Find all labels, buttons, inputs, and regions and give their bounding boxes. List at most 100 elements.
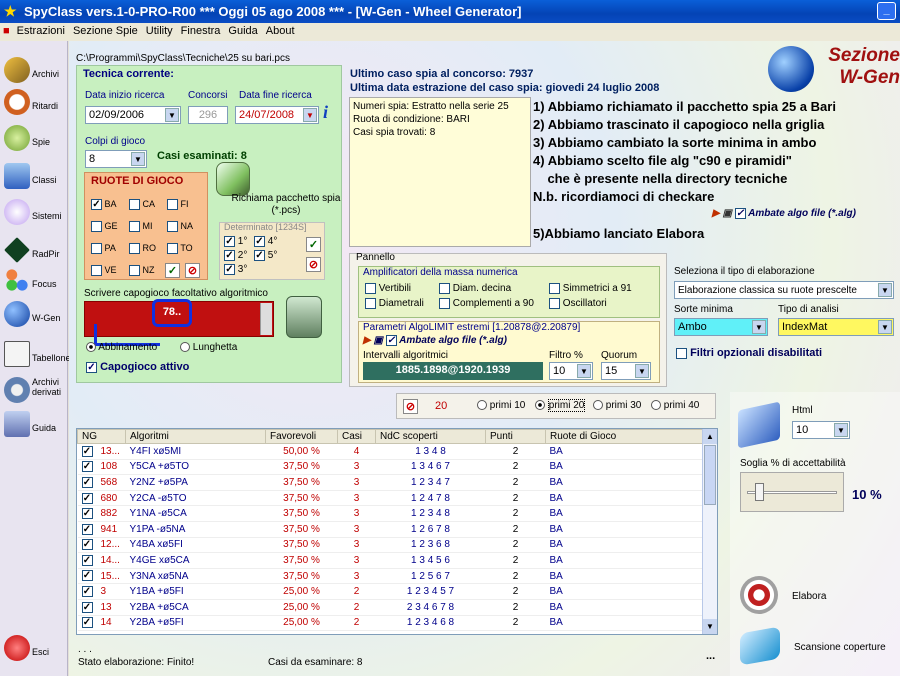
ruota-ca[interactable]: CA [129, 193, 167, 215]
chevron-down-icon[interactable]: ▼ [131, 152, 145, 166]
row-checkbox[interactable]: ✓ [81, 476, 93, 488]
quorum-select[interactable]: 15 ▼ [601, 362, 651, 380]
capogioco-attivo[interactable]: ✓ Capogioco attivo [86, 361, 189, 373]
checkbox[interactable] [365, 298, 376, 309]
checkbox[interactable] [91, 265, 102, 277]
sidebar-item-esci[interactable]: Esci [2, 633, 66, 669]
radio-icon[interactable] [593, 400, 603, 411]
ruota-ge[interactable]: GE [91, 215, 129, 237]
det-check-all-button[interactable]: ✓ [306, 237, 321, 252]
capogioco-scrollbar[interactable] [260, 303, 272, 335]
radio-icon[interactable] [477, 400, 487, 411]
checkbox[interactable] [129, 199, 140, 211]
ruota-nz[interactable]: NZ [129, 259, 167, 281]
chk-oscillatori[interactable]: Oscillatori [549, 298, 607, 309]
menu-icon[interactable]: ■ [0, 23, 13, 39]
radio-icon[interactable] [86, 342, 96, 353]
sidebar-item-ritardi[interactable]: Ritardi [2, 87, 66, 123]
target-icon[interactable] [740, 576, 778, 614]
row-checkbox[interactable]: ✓ [81, 539, 93, 551]
chk-diametrali[interactable]: Diametrali [365, 298, 424, 309]
checkbox[interactable]: ✓ [224, 235, 235, 247]
sorte-select[interactable]: Ambo ▼ [674, 318, 768, 336]
radio-icon[interactable] [535, 400, 545, 411]
chevron-down-icon[interactable]: ▼ [752, 320, 766, 334]
menu-estrazioni[interactable]: Estrazioni [13, 23, 69, 39]
col-casi[interactable]: Casi [337, 429, 376, 444]
table-row[interactable]: ✓ 14... Y4GE xø5CA 37,50 % 3 1 3 4 5 6 2 BA [77, 552, 703, 569]
table-row[interactable]: ✓ 12... Y4BA xø5FI 37,50 % 3 1 2 3 6 8 2 BA [77, 537, 703, 554]
chevron-down-icon[interactable]: ▼ [635, 364, 649, 378]
checkbox[interactable] [167, 243, 178, 255]
chk-diam-decina[interactable]: Diam. decina [439, 283, 511, 294]
radio-primi-10[interactable]: primi 10 [477, 400, 525, 411]
scansione-button[interactable]: Scansione coperture [794, 642, 886, 653]
row-checkbox[interactable]: ✓ [81, 601, 93, 613]
checkbox[interactable] [676, 347, 687, 359]
analisi-select[interactable]: IndexMat ▼ [778, 318, 894, 336]
checkbox[interactable] [365, 283, 376, 294]
sidebar-item-sistemi[interactable]: Sistemi [2, 197, 66, 233]
radio-icon[interactable] [180, 342, 190, 353]
ambate-algo-panel[interactable]: ▶ ▣ ✓ Ambate algo file (*.alg) [363, 335, 507, 346]
soglia-slider[interactable] [740, 472, 844, 512]
scroll-down-icon[interactable]: ▼ [703, 619, 717, 634]
checkbox[interactable] [91, 221, 102, 233]
richiama-button[interactable]: Richiama pacchetto spia (*.pcs) [230, 193, 342, 217]
table-row[interactable]: ✓ 3 Y1BA +ø5FI 25,00 % 2 1 2 3 4 5 7 2 BA [77, 583, 703, 600]
radio-icon[interactable] [651, 400, 661, 411]
radio-primi-40[interactable]: primi 40 [651, 400, 699, 411]
checkbox[interactable] [129, 243, 140, 255]
col-ng[interactable]: NG [77, 429, 126, 444]
radio-abbinamento[interactable]: Abbinamento [86, 342, 157, 353]
intervalli-field[interactable]: 1885.1898@1920.1939 [363, 362, 543, 380]
ruota-fi[interactable]: FI [167, 193, 201, 215]
row-checkbox[interactable]: ✓ [81, 508, 93, 520]
menu-finestra[interactable]: Finestra [177, 23, 225, 39]
row-checkbox[interactable]: ✓ [81, 492, 93, 504]
checkbox[interactable]: ✓ [224, 263, 235, 275]
play-icon[interactable]: ▶ [363, 335, 371, 346]
sidebar-item-w-gen[interactable]: W-Gen [2, 299, 66, 335]
det-5[interactable]: ✓ 5° [254, 249, 284, 263]
table-row[interactable]: ✓ 15... Y3NA xø5NA 37,50 % 3 1 2 5 6 7 2 BA [77, 568, 703, 585]
folder-icon[interactable]: ▣ [722, 208, 731, 219]
checkbox[interactable] [549, 283, 560, 294]
checkbox[interactable]: ✓ [86, 361, 97, 373]
checkbox[interactable]: ✓ [91, 199, 102, 211]
info-icon[interactable]: i [323, 102, 337, 124]
folder-icon[interactable]: ▣ [373, 335, 382, 346]
row-checkbox[interactable]: ✓ [81, 617, 93, 629]
row-checkbox[interactable]: ✓ [81, 554, 93, 566]
grid-scrollbar[interactable]: ▲ ▼ [702, 429, 717, 634]
menu-utility[interactable]: Utility [142, 23, 177, 39]
chk-simmetrici[interactable]: Simmetrici a 91 [549, 283, 632, 294]
chk-complementi[interactable]: Complementi a 90 [439, 298, 534, 309]
checkbox[interactable]: ✓ [224, 249, 235, 261]
ambate-algo-top[interactable]: ▶ ▣ ✓ Ambate algo file (*.alg) [712, 208, 856, 219]
html-book-icon[interactable] [738, 401, 780, 449]
data-inizio-field[interactable]: 02/09/2006 ▼ [85, 106, 181, 124]
col-algoritmi[interactable]: Algoritmi [125, 429, 266, 444]
ruota-ve[interactable]: VE [91, 259, 129, 281]
elabora-button[interactable]: Elabora [792, 591, 826, 602]
check-all-button[interactable]: ✓ [165, 263, 180, 278]
colpi-field[interactable]: 8 ▼ [85, 150, 147, 168]
checkbox[interactable]: ✓ [254, 235, 265, 247]
scroll-up-icon[interactable]: ▲ [703, 429, 717, 444]
filtri-opzionali[interactable]: Filtri opzionali disabilitati [676, 347, 822, 359]
chk-vertibili[interactable]: Vertibili [365, 283, 411, 294]
sidebar-item-focus[interactable]: Focus [2, 265, 66, 301]
col-ruote[interactable]: Ruote di Gioco [545, 429, 703, 444]
table-row[interactable]: ✓ 14 Y2BA +ø5FI 25,00 % 2 1 2 3 4 6 8 2 BA [77, 615, 703, 632]
checkbox[interactable] [439, 298, 450, 309]
table-row[interactable]: ✓ 568 Y2NZ +ø5PA 37,50 % 3 1 2 3 4 7 2 BA [77, 474, 703, 491]
checkbox[interactable] [439, 283, 450, 294]
checkbox[interactable] [167, 199, 178, 211]
row-checkbox[interactable]: ✓ [81, 461, 93, 473]
sidebar-item-classi[interactable]: Classi [2, 161, 66, 197]
spy-package-icon[interactable] [216, 162, 250, 196]
col-ndc[interactable]: NdC scoperti [375, 429, 486, 444]
row-checkbox[interactable]: ✓ [81, 523, 93, 535]
chevron-down-icon[interactable]: ▼ [165, 108, 179, 122]
